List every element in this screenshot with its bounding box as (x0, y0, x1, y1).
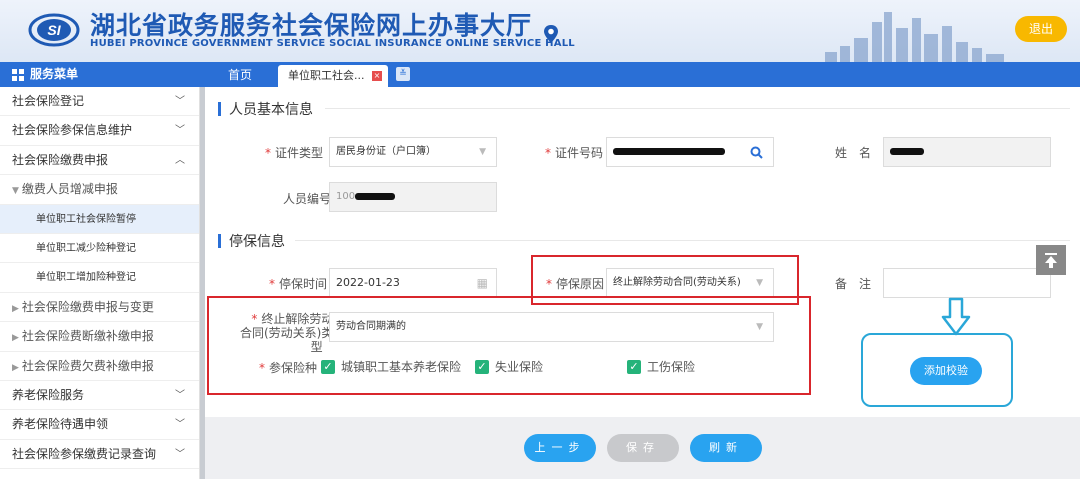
add-check-button[interactable]: 添加校验 (910, 357, 982, 385)
id-type-value: 居民身份证（户口簿） (336, 146, 436, 157)
sidebar-item-label: 养老保险待遇申领 (12, 417, 109, 432)
sidebar-item-record-query[interactable]: 社会保险参保缴费记录查询 ﹀ (0, 440, 199, 470)
tab-label: 单位职工社会... (288, 69, 365, 82)
previous-step-button[interactable]: 上一步 (524, 434, 596, 462)
sidebar-sub-label: 社会保险费断缴补缴申报 (21, 329, 154, 344)
chevron-down-icon: ﹀ (175, 448, 185, 460)
id-type-select[interactable]: 居民身份证（户口簿） ▼ (329, 137, 497, 167)
name-label: 姓 名 (835, 146, 872, 160)
close-icon[interactable]: × (372, 71, 382, 81)
redacted-value (613, 147, 725, 155)
service-menu-title: 服务菜单 (12, 62, 78, 87)
site-title: 湖北省政务服务社会保险网上办事大厅 (90, 11, 533, 40)
triangle-down-icon: ▼ (12, 186, 19, 197)
sidebar-sub-gap-payment[interactable]: ▶ 社会保险费断缴补缴申报 (0, 322, 199, 352)
sidebar-item-pension-service[interactable]: 养老保险服务 ﹀ (0, 381, 199, 411)
redacted-value (355, 192, 396, 200)
tab-home[interactable]: 首页 (218, 64, 262, 87)
id-number-label: * 证件号码 (545, 146, 604, 160)
person-number-prefix: 100 (336, 191, 356, 202)
chevron-down-icon: ﹀ (175, 419, 185, 431)
redacted-value (890, 147, 924, 155)
chevron-down-icon: ﹀ (175, 125, 185, 137)
section-divider (295, 240, 1070, 241)
chevron-down-icon: ﹀ (175, 389, 185, 401)
sidebar: 社会保险登记 ﹀ 社会保险参保信息维护 ﹀ 社会保险缴费申报 ︿ ▼ 缴费人员增减… (0, 87, 200, 479)
remark-input[interactable] (883, 268, 1051, 298)
grid-menu-icon (12, 68, 24, 81)
sidebar-sub-personnel-change[interactable]: ▼ 缴费人员增减申报 (0, 175, 199, 205)
sidebar-item-pension-claim[interactable]: 养老保险待遇申领 ﹀ (0, 410, 199, 440)
chevron-up-icon: ︿ (175, 154, 185, 166)
sidebar-item-label: 社会保险参保缴费记录查询 (12, 446, 157, 461)
menu-bar: 服务菜单 首页 单位职工社会... × ≚ (0, 62, 1080, 87)
section-marker (218, 102, 221, 116)
main-content: 人员基本信息 * 证件类型 居民身份证（户口簿） ▼ * 证件号码 姓 名 人员编号… (205, 87, 1080, 479)
sidebar-item-label: 社会保险参保信息维护 (12, 123, 133, 138)
svg-text:SI: SI (47, 22, 61, 38)
stop-time-label: * 停保时间 (269, 277, 328, 291)
sidebar-leaf-suspend[interactable]: 单位职工社会保险暂停 (0, 204, 199, 234)
action-footer: 上一步 保存 刷新 (205, 417, 1080, 479)
stop-time-input[interactable]: 2022-01-23 ▦ (329, 268, 497, 298)
sidebar-item-label: 社会保险缴费申报 (12, 152, 109, 167)
section-title-text: 停保信息 (229, 234, 285, 250)
sidebar-sub-label: 缴费人员增减申报 (21, 182, 118, 197)
person-number-input[interactable]: 100 (329, 182, 497, 212)
back-to-top-button[interactable] (1036, 245, 1066, 275)
sidebar-item-info-maintenance[interactable]: 社会保险参保信息维护 ﹀ (0, 116, 199, 146)
section-basic-info-title: 人员基本信息 (218, 99, 313, 119)
social-insurance-logo: SI (28, 13, 80, 47)
logout-button[interactable]: 退出 (1015, 16, 1067, 42)
sidebar-sub-label: 社会保险缴费申报与变更 (21, 299, 154, 314)
triangle-right-icon: ▶ (12, 362, 19, 373)
sidebar-leaf-reduce[interactable]: 单位职工减少险种登记 (0, 234, 199, 264)
refresh-button[interactable]: 刷新 (690, 434, 762, 462)
sidebar-sub-arrears-payment[interactable]: ▶ 社会保险费欠费补缴申报 (0, 352, 199, 381)
service-menu-label: 服务菜单 (30, 67, 79, 81)
save-button[interactable]: 保存 (607, 434, 679, 462)
calendar-icon[interactable]: ▦ (477, 269, 488, 297)
search-icon[interactable] (750, 146, 763, 159)
location-pin-icon (544, 25, 558, 43)
sidebar-sub-declaration-change[interactable]: ▶ 社会保险缴费申报与变更 (0, 293, 199, 323)
name-input[interactable] (883, 137, 1051, 167)
chevron-down-icon: ﹀ (175, 96, 185, 107)
triangle-right-icon: ▶ (12, 303, 19, 314)
id-number-input[interactable] (606, 137, 774, 167)
app-header: SI 湖北省政务服务社会保险网上办事大厅 HUBEI PROVINCE GOVE… (0, 0, 1080, 62)
arrow-up-icon (1045, 253, 1057, 268)
triangle-right-icon: ▶ (12, 333, 19, 344)
tab-employee-insurance-suspend[interactable]: 单位职工社会... × (278, 65, 388, 87)
sidebar-leaf-increase[interactable]: 单位职工增加险种登记 (0, 263, 199, 293)
annotation-red-box-contract (207, 296, 811, 395)
section-divider (325, 108, 1070, 109)
site-subtitle: HUBEI PROVINCE GOVERNMENT SERVICE SOCIAL… (90, 38, 575, 49)
id-type-label: * 证件类型 (265, 146, 324, 160)
section-stop-info-title: 停保信息 (218, 231, 285, 251)
section-title-text: 人员基本信息 (229, 102, 313, 118)
stop-time-value: 2022-01-23 (336, 276, 400, 289)
sidebar-item-label: 社会保险登记 (12, 94, 85, 108)
city-skyline-icon (825, 12, 1004, 62)
arrow-down-icon (941, 297, 971, 336)
sidebar-sub-label: 社会保险费欠费补缴申报 (21, 358, 154, 373)
person-number-label: 人员编号 (283, 192, 332, 206)
remark-label: 备 注 (835, 277, 872, 291)
chevron-down-icon[interactable]: ≚ (396, 67, 410, 81)
sidebar-item-payment-declaration[interactable]: 社会保险缴费申报 ︿ (0, 146, 199, 176)
sidebar-item-label: 养老保险服务 (12, 387, 85, 402)
section-marker (218, 234, 221, 248)
dropdown-arrow-icon: ▼ (479, 147, 486, 157)
sidebar-item-registration[interactable]: 社会保险登记 ﹀ (0, 87, 199, 117)
